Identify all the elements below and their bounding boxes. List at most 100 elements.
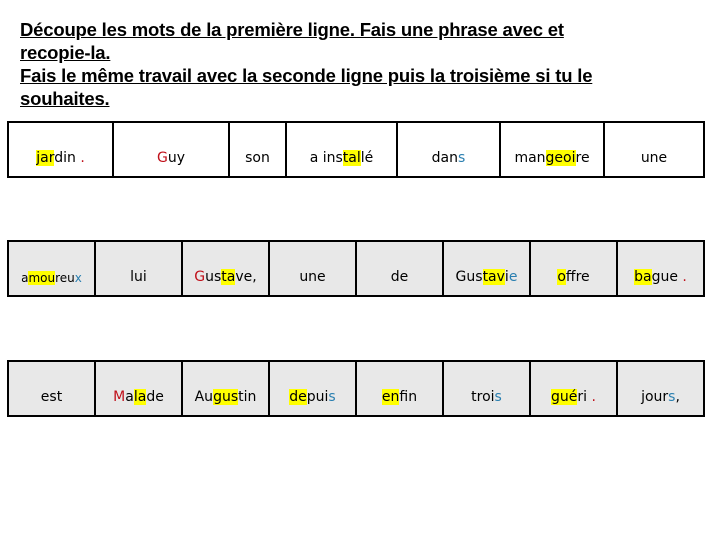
word-card[interactable]: dans <box>398 123 501 176</box>
colored-letter: G <box>194 269 206 285</box>
colored-letter: M <box>113 389 126 405</box>
word-segment: lui <box>130 269 147 285</box>
word-card[interactable]: mangeoire <box>501 123 605 176</box>
colored-letter: x <box>74 271 82 285</box>
word-segment: Au <box>194 389 214 405</box>
highlighted-syllable: gus <box>213 389 239 405</box>
word-segment: gue <box>651 269 683 285</box>
word-card[interactable]: offre <box>531 242 618 295</box>
word-text: Guy <box>157 150 185 166</box>
instruction-line-3: Fais le même travail avec la seconde lig… <box>20 65 593 86</box>
highlighted-syllable: jar <box>36 150 55 166</box>
word-text: de <box>391 269 409 285</box>
word-segment: lé <box>360 150 374 166</box>
highlighted-syllable: tav <box>482 269 505 285</box>
word-card[interactable]: a installé <box>287 123 398 176</box>
word-text: dans <box>432 150 466 166</box>
word-text: bague . <box>634 269 687 285</box>
colored-letter: G <box>156 150 168 166</box>
word-card[interactable]: de <box>357 242 444 295</box>
word-card[interactable]: jardin . <box>9 123 114 176</box>
highlighted-syllable: gué <box>551 389 578 405</box>
word-text: depuis <box>289 389 336 405</box>
word-segment: uy <box>167 150 186 166</box>
word-segment: est <box>40 389 63 405</box>
word-row-3: est Malade Augustin depuis enfin trois guéri .… <box>7 360 705 417</box>
highlighted-syllable: tal <box>342 150 361 166</box>
word-text: son <box>245 150 270 166</box>
word-segment: a ins <box>309 150 343 166</box>
word-card[interactable]: depuis <box>270 362 357 415</box>
word-text: enfin <box>381 389 418 405</box>
word-segment: troi <box>471 389 495 405</box>
word-text: guéri . <box>551 389 596 405</box>
word-text: Gustave, <box>194 269 257 285</box>
colored-letter: . <box>80 150 85 166</box>
word-card[interactable]: Gustave, <box>183 242 270 295</box>
word-text: est <box>41 389 62 405</box>
instruction-line-4: souhaites. <box>20 88 110 109</box>
word-segment: fin <box>399 389 418 405</box>
word-card[interactable]: trois <box>444 362 531 415</box>
word-text: jours, <box>641 389 680 405</box>
word-segment: pui <box>306 389 329 405</box>
word-card[interactable]: son <box>230 123 287 176</box>
word-card[interactable]: lui <box>96 242 183 295</box>
instruction-line-1: Découpe les mots de la première ligne. F… <box>20 19 564 40</box>
highlighted-syllable: la <box>133 389 147 405</box>
word-segment: ffre <box>565 269 590 285</box>
word-card[interactable]: une <box>605 123 703 176</box>
highlighted-syllable: ba <box>634 269 652 285</box>
word-text: amoureux <box>21 271 82 285</box>
instruction-line-2: recopie-la. <box>20 42 111 63</box>
highlighted-syllable: geoi <box>545 150 576 166</box>
word-segment: man <box>514 150 546 166</box>
word-segment: de <box>146 389 164 405</box>
word-segment: ri <box>577 389 592 405</box>
word-text: offre <box>557 269 590 285</box>
colored-letter: s <box>494 389 502 405</box>
word-text: une <box>641 150 667 166</box>
word-text: jardin . <box>36 150 85 166</box>
word-card[interactable]: bague . <box>618 242 703 295</box>
colored-letter: . <box>591 389 596 405</box>
word-segment: jour <box>641 389 669 405</box>
word-card[interactable]: Malade <box>96 362 183 415</box>
word-text: mangeoire <box>514 150 590 166</box>
word-card[interactable]: enfin <box>357 362 444 415</box>
colored-letter: s <box>458 150 466 166</box>
word-segment: , <box>675 389 680 405</box>
word-segment: une <box>640 150 668 166</box>
word-segment: dan <box>431 150 459 166</box>
word-segment: re <box>575 150 590 166</box>
word-segment: Gus <box>455 269 483 285</box>
word-row-1: jardin . Guy son a installé dans mangeoire une <box>7 121 705 178</box>
highlighted-syllable: de <box>289 389 307 405</box>
colored-letter: . <box>682 269 687 285</box>
word-segment: son <box>245 150 270 166</box>
word-card[interactable]: est <box>9 362 96 415</box>
highlighted-syllable: en <box>381 389 400 405</box>
word-segment: de <box>390 269 409 285</box>
word-segment: a <box>125 389 134 405</box>
word-segment: din <box>54 150 81 166</box>
highlighted-syllable: ta <box>221 269 236 285</box>
word-text: Gustavie <box>455 269 518 285</box>
word-text: lui <box>130 269 147 285</box>
word-card[interactable]: Gustavie <box>444 242 531 295</box>
word-card[interactable]: amoureux <box>9 242 96 295</box>
word-text: Augustin <box>194 389 256 405</box>
word-card[interactable]: jours, <box>618 362 703 415</box>
colored-letter: s <box>328 389 336 405</box>
colored-letter: e <box>508 269 518 285</box>
word-segment: une <box>299 269 326 285</box>
word-card[interactable]: Augustin <box>183 362 270 415</box>
word-text: Malade <box>113 389 164 405</box>
highlighted-syllable: mou <box>28 271 56 285</box>
word-segment: reu <box>55 271 75 285</box>
word-card[interactable]: Guy <box>114 123 230 176</box>
word-row-2: amoureux lui Gustave, une de Gustavie offre bag… <box>7 240 705 297</box>
highlighted-syllable: o <box>557 269 566 285</box>
word-card[interactable]: guéri . <box>531 362 618 415</box>
word-card[interactable]: une <box>270 242 357 295</box>
